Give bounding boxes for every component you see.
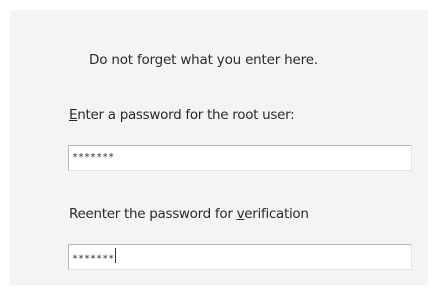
password-dialog-panel: Do not forget what you enter here. Enter… bbox=[0, 0, 442, 295]
text-cursor bbox=[115, 248, 117, 263]
password-input[interactable]: ******* bbox=[68, 145, 412, 171]
verify-input-value: ******* bbox=[72, 253, 115, 265]
password-label: Enter a password for the root user: bbox=[69, 107, 295, 123]
verify-label-before: Reenter the password for bbox=[69, 206, 237, 222]
password-label-text: nter a password for the root user: bbox=[77, 107, 295, 123]
verify-label-after: erification bbox=[244, 206, 309, 222]
verify-password-input[interactable]: ******* bbox=[68, 244, 412, 270]
password-label-mnemonic: E bbox=[69, 107, 78, 123]
password-input-value: ******* bbox=[72, 152, 115, 163]
warning-notice: Do not forget what you enter here. bbox=[89, 52, 318, 68]
verify-password-label: Reenter the password for verification bbox=[69, 206, 309, 222]
